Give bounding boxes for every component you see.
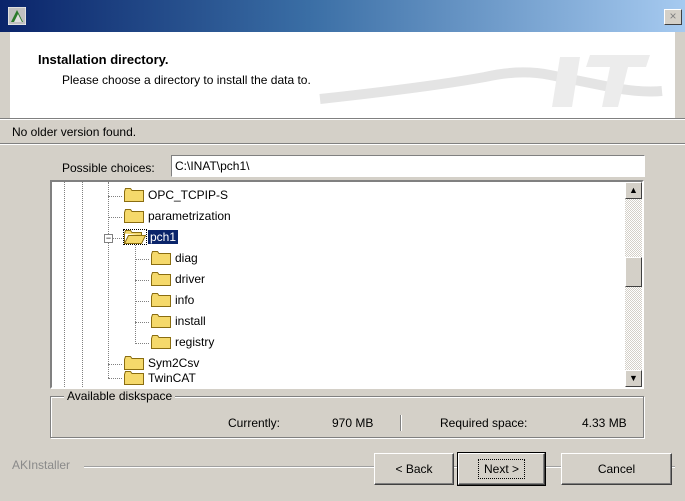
tree-node-twincat[interactable]: TwinCAT	[124, 370, 198, 387]
title-bar: ×	[0, 0, 685, 32]
tree-node-pch1[interactable]: pch1	[123, 228, 179, 247]
current-space-label: Currently:	[228, 416, 281, 430]
tree-connector	[135, 343, 149, 344]
tree-node-label: OPC_TCPIP-S	[148, 187, 229, 202]
folder-icon	[151, 334, 171, 349]
next-button-label: Next >	[477, 459, 525, 479]
diskspace-divider	[400, 415, 402, 431]
tree-connector	[113, 238, 122, 239]
folder-icon	[124, 187, 144, 202]
header-separator	[0, 118, 685, 120]
tree-guide-line	[82, 182, 83, 387]
tree-node-label: TwinCAT	[148, 370, 196, 385]
diskspace-legend: Available diskspace	[64, 389, 176, 403]
folder-icon	[124, 370, 144, 385]
scroll-up-icon[interactable]: ▲	[625, 182, 642, 199]
back-button[interactable]: < Back	[374, 453, 454, 485]
tree-node-label: registry	[175, 334, 215, 349]
folder-icon	[124, 355, 144, 370]
tree-connector	[135, 259, 149, 260]
folder-open-icon	[123, 228, 147, 245]
tree-node-install[interactable]: install	[151, 313, 208, 331]
status-message: No older version found.	[12, 125, 137, 139]
folder-icon	[151, 313, 171, 328]
tree-node-info[interactable]: info	[151, 292, 196, 310]
tree-connector	[108, 378, 122, 379]
scroll-thumb[interactable]	[625, 257, 642, 287]
tree-node-label: Sym2Csv	[148, 355, 200, 370]
required-space-label: Required space:	[440, 416, 528, 430]
tree-node-label: driver	[175, 271, 206, 286]
folder-icon	[124, 208, 144, 223]
tree-connector	[135, 322, 149, 323]
tree-node-opc[interactable]: OPC_TCPIP-S	[124, 187, 230, 205]
status-separator	[0, 143, 685, 145]
tree-connector	[108, 364, 122, 365]
tree-node-registry[interactable]: registry	[151, 334, 216, 352]
page-subtitle: Please choose a directory to install the…	[62, 73, 311, 87]
tree-connector	[108, 196, 122, 197]
directory-tree[interactable]: OPC_TCPIP-S parametrization − pch1 diag …	[50, 180, 644, 389]
tree-node-label: install	[175, 313, 206, 328]
page-title: Installation directory.	[38, 52, 169, 67]
tree-node-label: info	[175, 292, 195, 307]
tree-node-label: pch1	[148, 229, 179, 244]
tree-node-label: parametrization	[148, 208, 231, 223]
next-button[interactable]: Next >	[457, 452, 546, 486]
close-icon[interactable]: ×	[664, 9, 682, 25]
installer-icon	[8, 7, 26, 25]
current-space-value: 970 MB	[332, 416, 374, 430]
install-path-input[interactable]	[171, 155, 645, 177]
tree-guide-line	[64, 182, 65, 387]
path-label: Possible choices:	[62, 161, 155, 175]
watermark-logo	[319, 55, 663, 107]
tree-scrollbar[interactable]: ▲ ▼	[625, 182, 642, 387]
tree-node-parametrization[interactable]: parametrization	[124, 208, 233, 226]
folder-icon	[151, 292, 171, 307]
tree-node-diag[interactable]: diag	[151, 250, 200, 268]
tree-guide-line	[135, 238, 136, 344]
tree-guide-line	[108, 182, 109, 378]
cancel-button[interactable]: Cancel	[561, 453, 672, 485]
folder-icon	[151, 271, 171, 286]
tree-node-label: diag	[175, 250, 198, 265]
tree-connector	[108, 217, 122, 218]
required-space-value: 4.33 MB	[582, 416, 627, 430]
tree-node-driver[interactable]: driver	[151, 271, 207, 289]
scroll-down-icon[interactable]: ▼	[625, 370, 642, 387]
brand-label: AKInstaller	[12, 458, 71, 472]
folder-icon	[151, 250, 171, 265]
header-panel: Installation directory. Please choose a …	[10, 32, 675, 119]
collapse-toggle[interactable]: −	[104, 234, 113, 243]
tree-connector	[135, 301, 149, 302]
tree-connector	[135, 280, 149, 281]
